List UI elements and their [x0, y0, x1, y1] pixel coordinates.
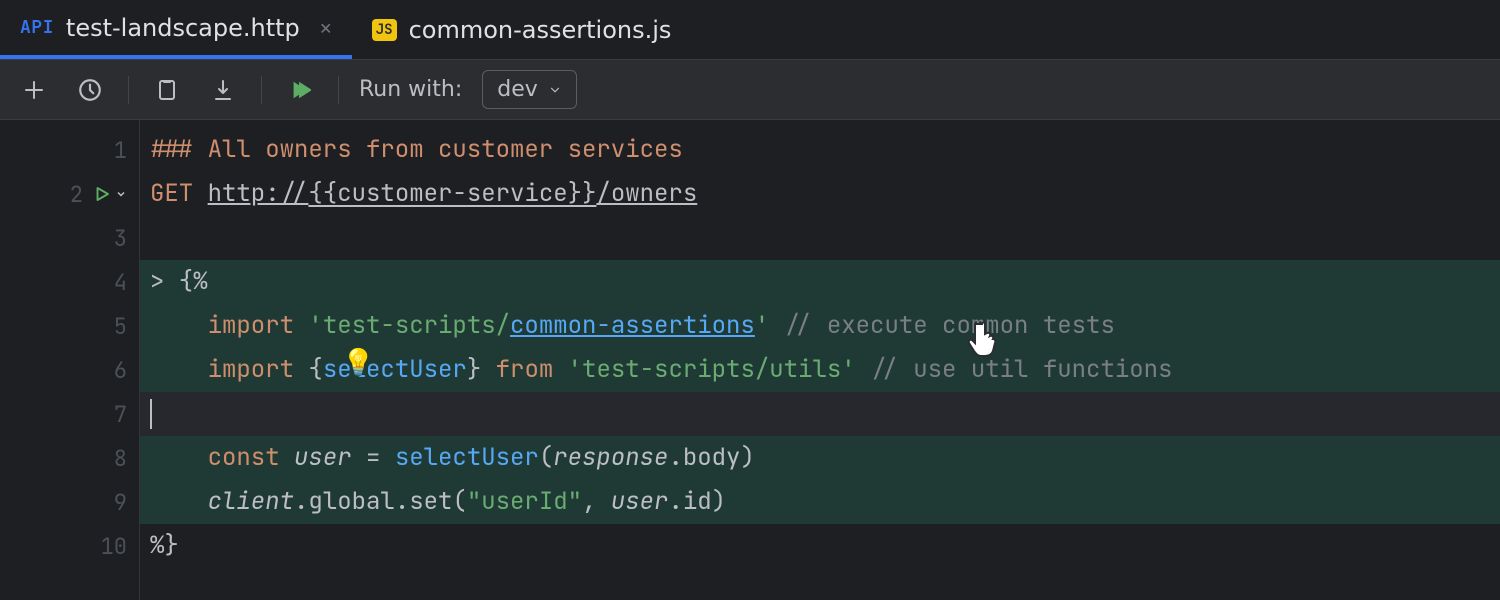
function-call: selectUser	[395, 436, 539, 480]
identifier: user	[611, 480, 669, 524]
code-line[interactable]: const user = selectUser(response.body)	[140, 436, 1500, 480]
tab-label: test-landscape.http	[66, 14, 300, 42]
keyword-const: const	[208, 436, 280, 480]
string-literal: "userId"	[467, 480, 582, 524]
add-request-button[interactable]	[16, 72, 52, 108]
string-literal: 'test-scripts/	[308, 304, 510, 348]
code-area[interactable]: ### All owners from customer services GE…	[140, 120, 1500, 600]
editor-tab-bar: API test-landscape.http ✕ JS common-asse…	[0, 0, 1500, 60]
string-literal: 'test-scripts/utils'	[568, 348, 856, 392]
variable: user	[294, 436, 352, 480]
operator: .	[668, 436, 682, 480]
code-line[interactable]: %}	[140, 524, 1500, 568]
run-all-button[interactable]	[282, 72, 318, 108]
code-line[interactable]: > {%	[140, 260, 1500, 304]
identifier: body	[683, 436, 741, 480]
comment: // execute common tests	[784, 304, 1115, 348]
tab-label: common-assertions.js	[409, 16, 672, 44]
code-line[interactable]	[140, 392, 1500, 436]
paren: (	[539, 436, 553, 480]
toolbar-separator	[338, 76, 339, 104]
code-line[interactable]: GET http://{{customer-service}}/owners	[140, 172, 1500, 216]
request-marker: ###	[150, 128, 208, 172]
code-line[interactable]	[140, 216, 1500, 260]
operator: =	[352, 436, 395, 480]
line-number: 10	[99, 532, 127, 561]
line-number: 2	[55, 180, 83, 209]
brace: }	[467, 348, 481, 392]
code-line[interactable]: import 'test-scripts/common-assertions' …	[140, 304, 1500, 348]
brace: {	[308, 348, 322, 392]
identifier: client	[208, 480, 294, 524]
link-common-assertions[interactable]: common-assertions	[510, 304, 755, 348]
line-number: 6	[99, 356, 127, 385]
url-scheme: http://	[208, 172, 309, 216]
api-file-icon: API	[20, 16, 54, 39]
line-number: 7	[99, 400, 127, 429]
keyword-import: import	[208, 304, 294, 348]
line-number: 5	[99, 312, 127, 341]
code-editor[interactable]: 1 2 3 4 5 6 7 8 9 10 ### All owners from…	[0, 120, 1500, 600]
line-number: 4	[99, 268, 127, 297]
line-number: 9	[99, 488, 127, 517]
script-open: > {%	[150, 260, 208, 304]
tab-common-assertions[interactable]: JS common-assertions.js	[352, 0, 692, 59]
editor-toolbar: Run with: dev	[0, 60, 1500, 120]
toolbar-separator	[128, 76, 129, 104]
request-title: All owners from customer services	[208, 128, 683, 172]
line-number: 1	[99, 136, 127, 165]
js-file-icon: JS	[372, 19, 397, 41]
environment-dropdown[interactable]: dev	[482, 70, 577, 109]
text-caret	[150, 399, 152, 429]
import-button[interactable]	[205, 72, 241, 108]
script-close: %}	[150, 524, 179, 568]
url-path: /owners	[596, 172, 697, 216]
run-with-label: Run with:	[359, 77, 462, 102]
http-method: GET	[150, 172, 193, 216]
code-line[interactable]: client.global.set("userId", user.id)	[140, 480, 1500, 524]
comment: // use util functions	[870, 348, 1172, 392]
string-literal: '	[755, 304, 769, 348]
method-chain: .id)	[668, 480, 726, 524]
toolbar-separator	[261, 76, 262, 104]
keyword-from: from	[496, 348, 554, 392]
keyword-import: import	[208, 348, 294, 392]
comma: ,	[582, 480, 611, 524]
tab-test-landscape[interactable]: API test-landscape.http ✕	[0, 0, 352, 59]
identifier: selectUser	[323, 348, 467, 392]
method-chain: .global.set(	[294, 480, 467, 524]
line-number: 8	[99, 444, 127, 473]
identifier: response	[553, 436, 668, 480]
chevron-down-icon	[115, 188, 127, 200]
code-line[interactable]: ### All owners from customer services	[140, 128, 1500, 172]
url-variable: {{customer-service}}	[308, 172, 596, 216]
examples-button[interactable]	[149, 72, 185, 108]
history-button[interactable]	[72, 72, 108, 108]
gutter-run-button[interactable]	[93, 185, 127, 203]
paren: )	[740, 436, 754, 480]
close-icon[interactable]: ✕	[320, 15, 332, 41]
environment-value: dev	[497, 77, 538, 102]
gutter: 1 2 3 4 5 6 7 8 9 10	[0, 120, 140, 600]
line-number: 3	[99, 224, 127, 253]
code-line[interactable]: import {selectUser} from 'test-scripts/u…	[140, 348, 1500, 392]
chevron-down-icon	[548, 83, 562, 97]
